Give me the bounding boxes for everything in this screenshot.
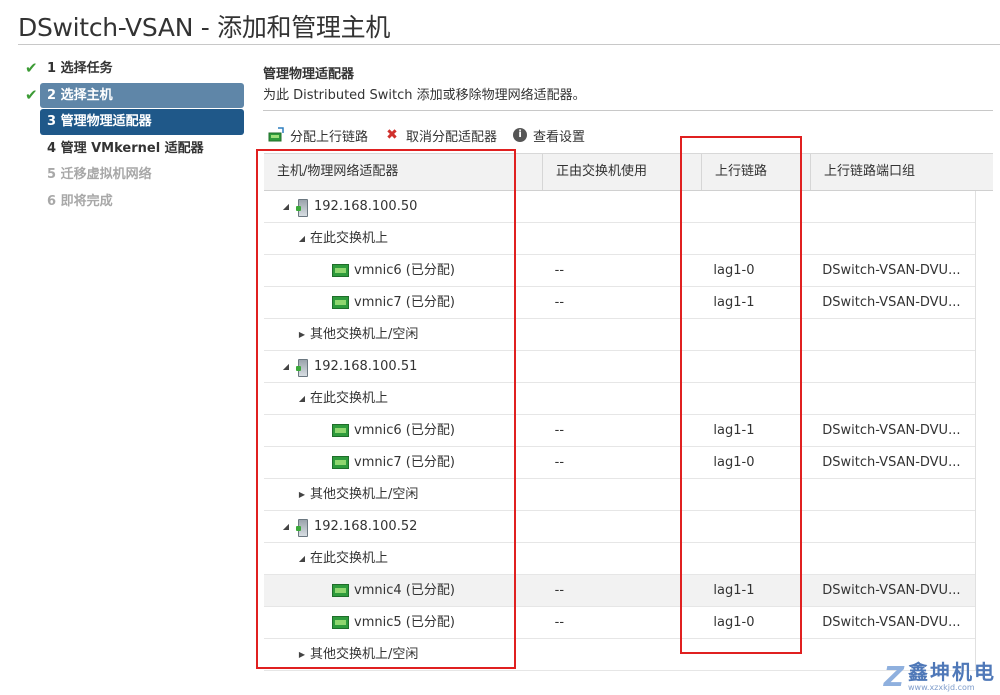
wizard-step-label: 1 选择任务 (47, 61, 113, 76)
portgroup-cell: DSwitch-VSAN-DVU... (822, 422, 961, 438)
assign-uplink-label: 分配上行链路 (290, 129, 369, 145)
portgroup-cell (810, 383, 975, 415)
in-use-cell (543, 223, 702, 255)
wizard-step-2[interactable]: ✔ 2 选择主机 (25, 82, 244, 108)
view-settings-label: 查看设置 (533, 129, 586, 145)
watermark-logo: Z (883, 660, 904, 693)
in-use-cell (543, 191, 702, 223)
portgroup-cell: DSwitch-VSAN-DVU... (822, 614, 961, 630)
checkmark-icon: ✔ (25, 85, 38, 104)
wizard-step-3[interactable]: 3 管理物理适配器 (40, 109, 244, 135)
wizard-title: DSwitch-VSAN - 添加和管理主机 (18, 13, 391, 42)
wizard-step-label: 3 管理物理适配器 (47, 114, 152, 129)
in-use-cell: -- (554, 262, 565, 278)
section-title: 管理物理适配器 (263, 67, 355, 82)
portgroup-cell (810, 191, 975, 223)
in-use-cell: -- (554, 294, 565, 310)
section-divider (263, 110, 993, 111)
in-use-cell: -- (554, 614, 565, 630)
watermark-url: www.xzxkjd.com (908, 683, 975, 692)
watermark: Z 鑫坤机电 www.xzxkjd.com (884, 660, 996, 693)
portgroup-cell (810, 511, 975, 543)
title-divider (18, 44, 1000, 45)
checkmark-icon: ✔ (25, 59, 38, 77)
unassign-adapter-label: 取消分配适配器 (406, 129, 498, 145)
close-icon: ✖ (386, 127, 398, 143)
portgroup-cell: DSwitch-VSAN-DVU... (822, 582, 961, 598)
portgroup-cell (810, 319, 975, 351)
highlight-box-uplinks (680, 136, 802, 654)
wizard-step-5: 5 迁移虚拟机网络 (22, 162, 244, 188)
in-use-cell (543, 543, 702, 575)
highlight-box-adapters (256, 149, 516, 669)
wizard-step-label: 5 迁移虚拟机网络 (47, 167, 152, 182)
unassign-adapter-button[interactable]: ✖ 取消分配适配器 (384, 126, 497, 145)
portgroup-cell: DSwitch-VSAN-DVU... (822, 262, 961, 278)
wizard-step-label: 2 选择主机 (47, 87, 113, 103)
portgroup-cell (810, 351, 975, 383)
in-use-cell (543, 511, 702, 543)
in-use-cell (543, 639, 702, 671)
column-header-uplink-portgroup[interactable]: 上行链路端口组 (811, 154, 993, 190)
in-use-cell: -- (554, 422, 565, 438)
wizard-step-label: 4 管理 VMkernel 适配器 (47, 140, 204, 156)
portgroup-cell (810, 543, 975, 575)
in-use-cell (543, 351, 702, 383)
wizard-step-4[interactable]: 4 管理 VMkernel 适配器 (22, 136, 244, 162)
in-use-cell: -- (554, 582, 565, 598)
column-header-in-use[interactable]: 正由交换机使用 (543, 154, 702, 190)
wizard-step-label: 6 即将完成 (47, 193, 113, 209)
portgroup-cell (810, 223, 975, 255)
wizard-step-6: 6 即将完成 (22, 189, 244, 215)
assign-uplink-icon (268, 127, 284, 143)
section-description: 为此 Distributed Switch 添加或移除物理网络适配器。 (263, 88, 586, 103)
in-use-cell (543, 319, 702, 351)
toolbar: 分配上行链路 ✖ 取消分配适配器 i 查看设置 (268, 125, 601, 145)
in-use-cell: -- (554, 454, 565, 470)
in-use-cell (543, 479, 702, 511)
in-use-cell (543, 383, 702, 415)
view-settings-button[interactable]: i 查看设置 (513, 126, 585, 145)
assign-uplink-button[interactable]: 分配上行链路 (268, 126, 368, 145)
portgroup-cell (810, 479, 975, 511)
wizard-steps: ✔ 1 选择任务 ✔ 2 选择主机 3 管理物理适配器 4 管理 VMkernel 适配器… (22, 56, 244, 215)
wizard-step-1[interactable]: ✔ 1 选择任务 (22, 56, 244, 82)
info-icon: i (513, 128, 528, 142)
portgroup-cell: DSwitch-VSAN-DVU... (822, 454, 961, 470)
watermark-name: 鑫坤机电 (908, 660, 996, 684)
portgroup-cell: DSwitch-VSAN-DVU... (822, 294, 961, 310)
